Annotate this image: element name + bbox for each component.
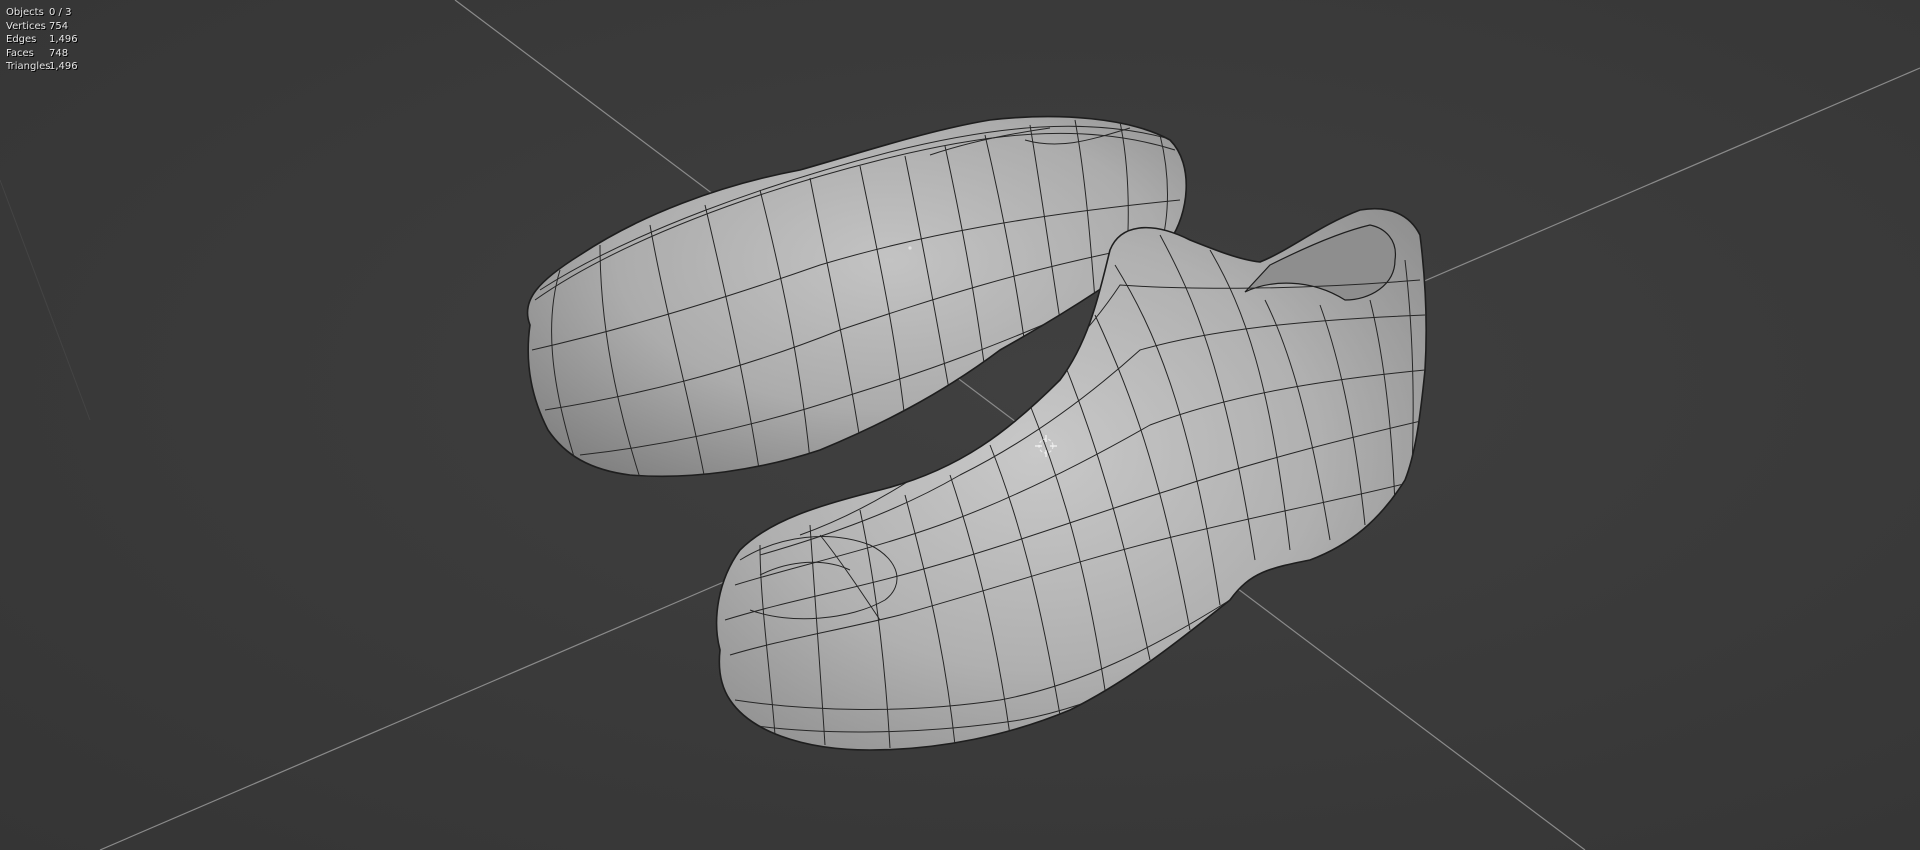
stat-value: 1,496 — [49, 61, 78, 73]
stat-value: 1,496 — [49, 34, 78, 46]
stat-row-vertices: Vertices 754 — [6, 20, 78, 34]
3d-viewport[interactable]: Objects 0 / 3 Vertices 754 Edges 1,496 F… — [0, 0, 1920, 850]
stat-label: Triangles — [6, 61, 51, 73]
stat-label: Edges — [6, 34, 37, 46]
floor-grid-faint — [0, 179, 91, 421]
statistics-overlay: Objects 0 / 3 Vertices 754 Edges 1,496 F… — [6, 6, 78, 74]
stat-row-edges: Edges 1,496 — [6, 33, 78, 47]
origin-dot-icon — [908, 246, 912, 250]
stat-value: 754 — [49, 20, 69, 32]
stat-row-faces: Faces 748 — [6, 47, 78, 61]
viewport-scene[interactable] — [0, 0, 1920, 850]
stat-label: Vertices — [6, 20, 46, 32]
stat-label: Faces — [6, 47, 34, 59]
stat-value: 0 / 3 — [49, 7, 72, 18]
stat-label: Objects — [6, 7, 44, 18]
stat-row-objects: Objects 0 / 3 — [6, 6, 78, 20]
stat-row-triangles: Triangles 1,496 — [6, 60, 78, 74]
stat-value: 748 — [49, 47, 69, 59]
